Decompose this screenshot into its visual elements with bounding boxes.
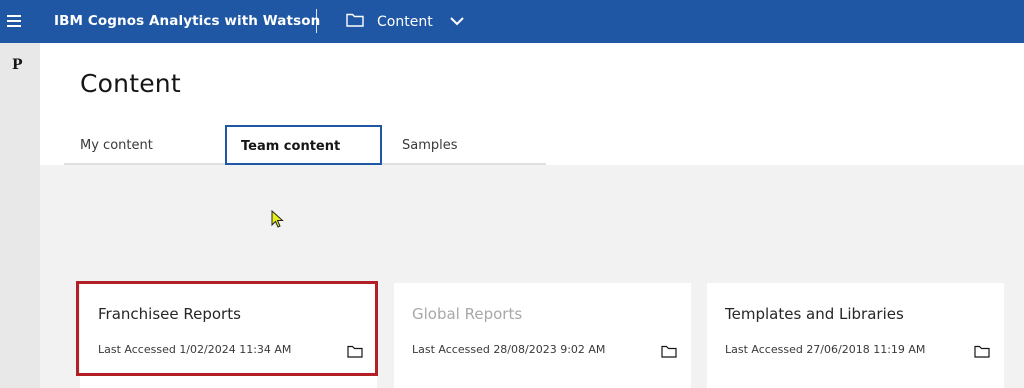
- personal-menu-icon[interactable]: P: [12, 57, 23, 73]
- tab-my-content[interactable]: My content: [64, 125, 225, 163]
- card-last-accessed: Last Accessed 28/08/2023 9:02 AM: [412, 343, 606, 356]
- content-header: Content My content Team content Samples: [40, 43, 1024, 165]
- tab-label: Team content: [241, 139, 341, 154]
- chevron-down-icon: [449, 17, 464, 26]
- content-menu-button[interactable]: Content: [346, 8, 464, 35]
- folder-icon: [974, 343, 990, 362]
- folder-card-templates-and-libraries[interactable]: Templates and Libraries Last Accessed 27…: [707, 283, 1004, 388]
- tab-label: My content: [80, 138, 153, 153]
- folder-icon: [346, 12, 364, 31]
- card-title: Templates and Libraries: [725, 305, 904, 323]
- folder-card-franchisee-reports[interactable]: Franchisee Reports Last Accessed 1/02/20…: [80, 283, 377, 388]
- folder-icon: [661, 343, 677, 362]
- folder-icon: [347, 343, 363, 362]
- content-menu-label: Content: [377, 13, 433, 30]
- divider: [316, 9, 317, 33]
- card-title: Franchisee Reports: [98, 305, 241, 323]
- page-title: Content: [80, 69, 181, 98]
- card-title: Global Reports: [412, 305, 523, 323]
- tab-samples[interactable]: Samples: [386, 125, 546, 163]
- app-title: IBM Cognos Analytics with Watson: [54, 13, 321, 29]
- card-last-accessed: Last Accessed 1/02/2024 11:34 AM: [98, 343, 292, 356]
- tab-team-content[interactable]: Team content: [225, 125, 382, 165]
- top-bar: IBM Cognos Analytics with Watson Content: [0, 0, 1024, 43]
- tab-label: Samples: [402, 138, 458, 153]
- mouse-cursor-icon: [271, 209, 285, 234]
- content-tabs: My content Team content Samples: [64, 125, 546, 165]
- left-rail: P: [0, 43, 40, 388]
- card-last-accessed: Last Accessed 27/06/2018 11:19 AM: [725, 343, 926, 356]
- hamburger-menu-icon[interactable]: [7, 15, 21, 27]
- folder-card-global-reports[interactable]: Global Reports Last Accessed 28/08/2023 …: [394, 283, 691, 388]
